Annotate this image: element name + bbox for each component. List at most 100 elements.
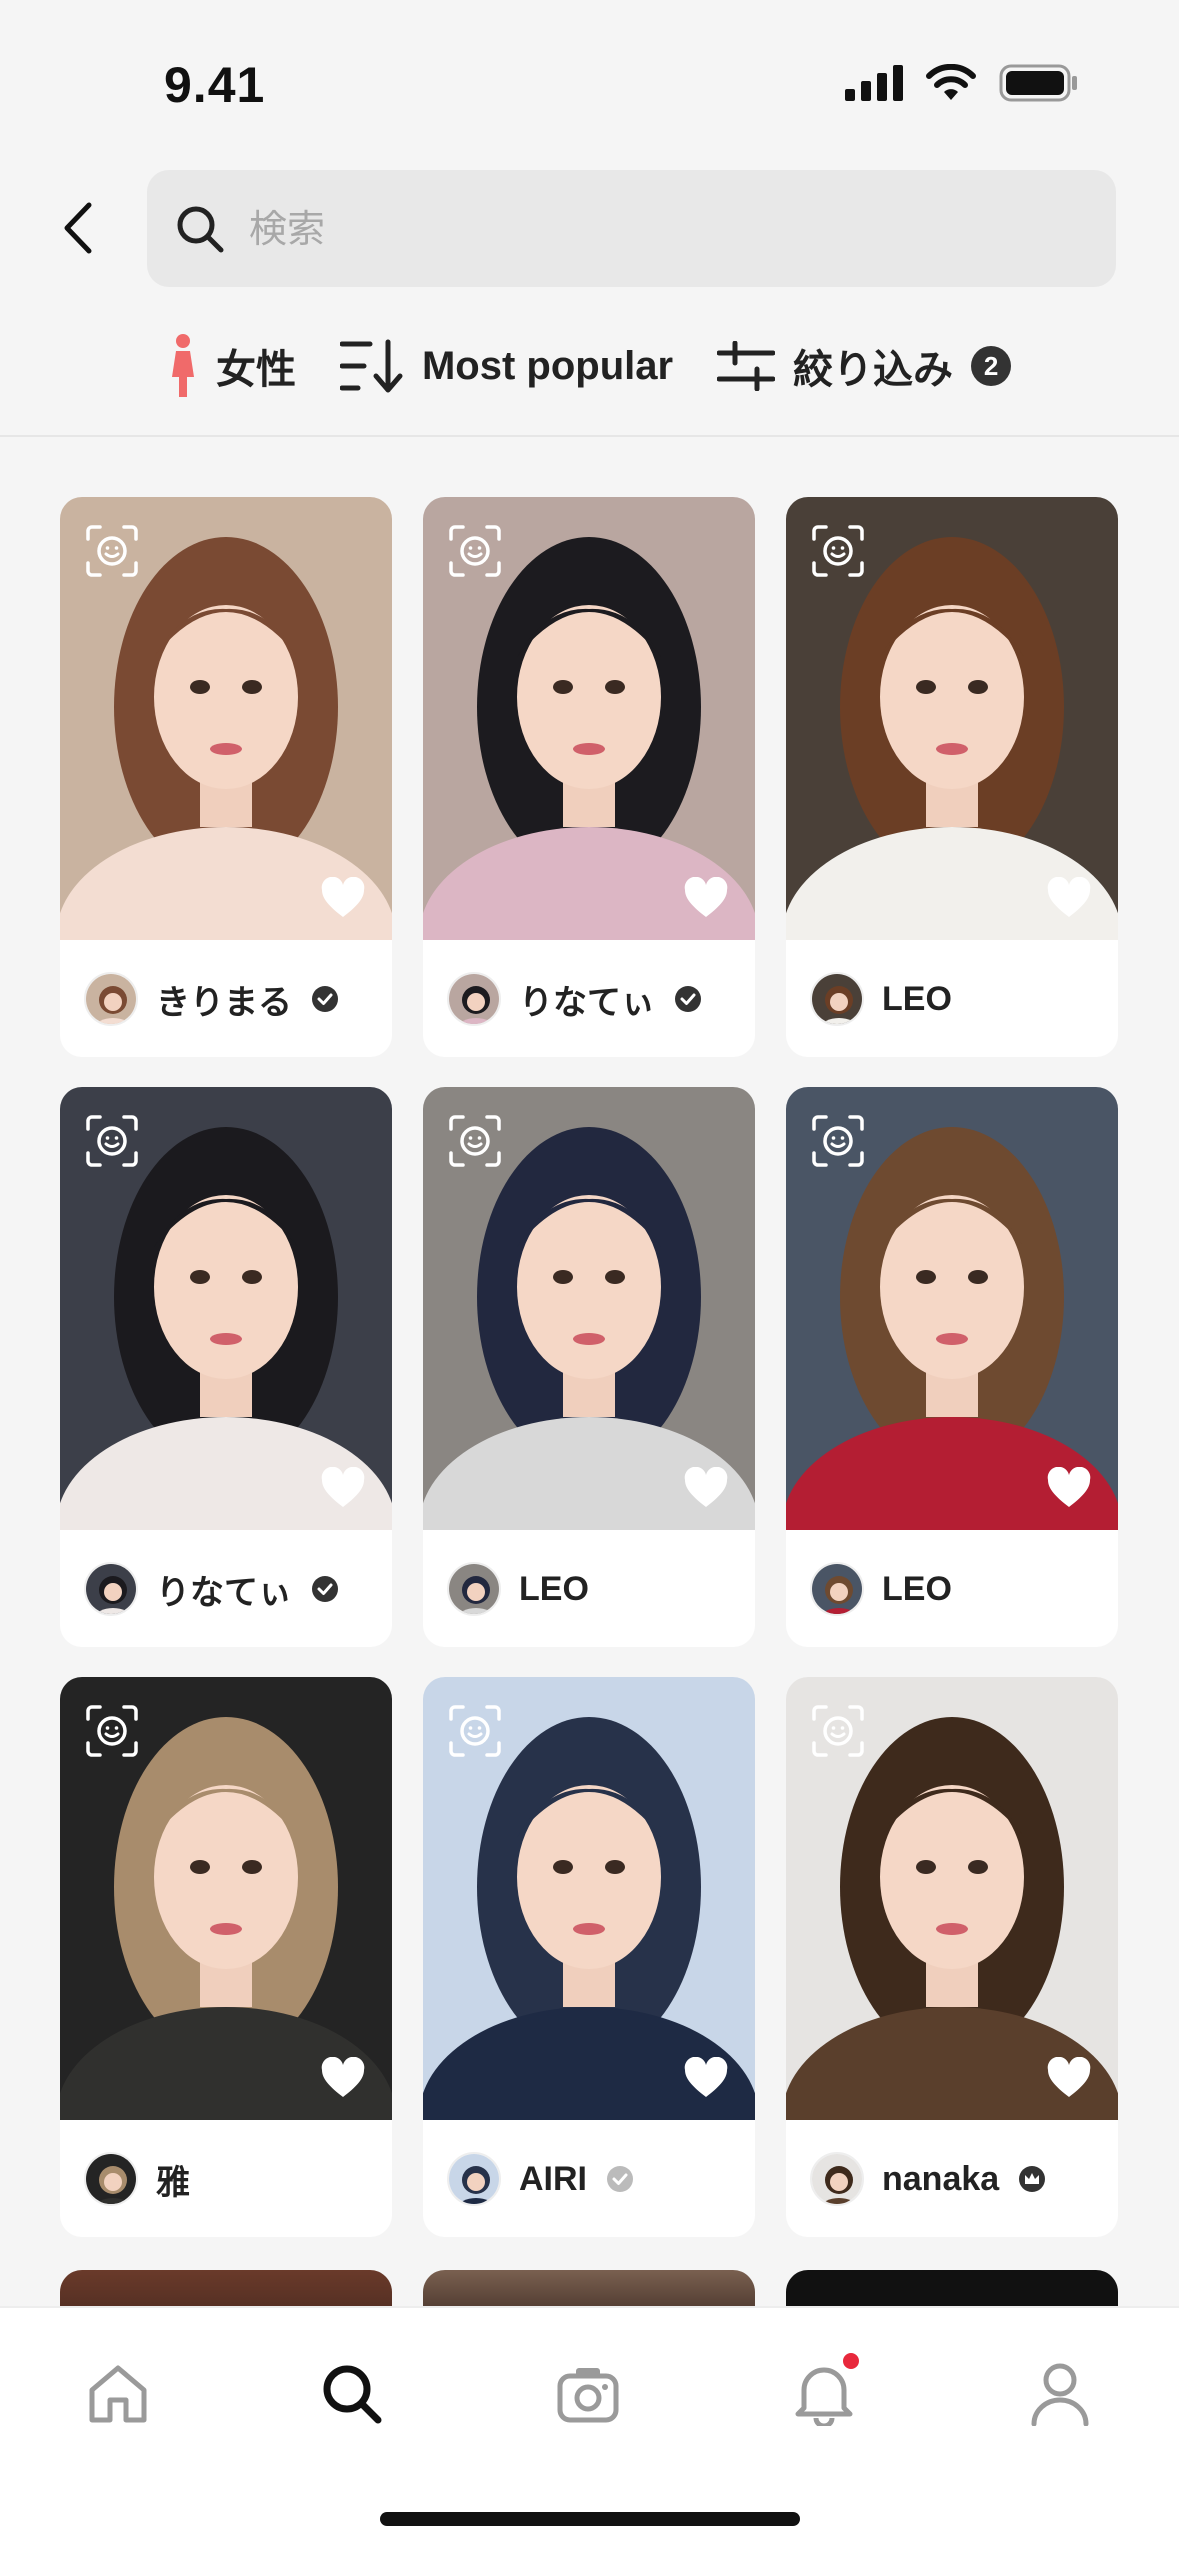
card-user-info[interactable]: AIRI xyxy=(447,2147,635,2211)
user-photo[interactable] xyxy=(423,1677,755,2120)
gender-filter[interactable]: 女性 xyxy=(168,333,296,399)
heart-icon[interactable] xyxy=(683,877,729,919)
tab-home[interactable] xyxy=(78,2354,158,2434)
user-card[interactable]: nanaka xyxy=(786,1677,1118,2237)
user-photo[interactable] xyxy=(786,1087,1118,1530)
card-user-info[interactable]: りなてぃ xyxy=(84,1557,340,1621)
search-input[interactable] xyxy=(249,206,1069,251)
user-card[interactable]: LEO xyxy=(423,1087,755,1647)
user-card[interactable]: りなてぃ xyxy=(60,1087,392,1647)
avatar xyxy=(84,2152,138,2206)
notification-dot xyxy=(840,2350,862,2372)
face-scan-icon[interactable] xyxy=(449,1705,501,1757)
sort-filter-label: Most popular xyxy=(421,343,674,388)
face-scan-icon[interactable] xyxy=(86,525,138,577)
heart-icon[interactable] xyxy=(320,1467,366,1509)
card-user-info[interactable]: 雅 xyxy=(84,2147,190,2211)
user-photo[interactable] xyxy=(60,497,392,940)
sort-icon xyxy=(339,339,403,393)
sort-filter[interactable]: Most popular xyxy=(339,338,674,394)
user-card[interactable]: きりまる xyxy=(60,497,392,1057)
avatar xyxy=(84,1562,138,1616)
avatar xyxy=(810,972,864,1026)
refine-count-badge: 2 xyxy=(971,346,1012,386)
username: りなてぃ xyxy=(519,982,655,1023)
heart-icon[interactable] xyxy=(320,2057,366,2099)
user-photo[interactable] xyxy=(423,497,755,940)
next-row-partial xyxy=(60,2270,1120,2330)
avatar xyxy=(447,972,501,1026)
tab-profile[interactable] xyxy=(1020,2354,1100,2434)
user-card[interactable]: LEO xyxy=(786,497,1118,1057)
user-photo[interactable] xyxy=(786,1677,1118,2120)
user-card[interactable]: AIRI xyxy=(423,1677,755,2237)
camera-icon xyxy=(557,2368,619,2423)
face-scan-icon[interactable] xyxy=(86,1705,138,1757)
heart-icon[interactable] xyxy=(1046,2057,1092,2099)
card-user-info[interactable]: LEO xyxy=(447,1557,589,1621)
status-icons xyxy=(845,64,1079,102)
face-scan-icon[interactable] xyxy=(449,525,501,577)
user-photo[interactable] xyxy=(60,1677,392,2120)
back-button[interactable] xyxy=(50,196,106,260)
face-scan-icon[interactable] xyxy=(812,1705,864,1757)
bell-icon xyxy=(795,2367,853,2426)
heart-icon[interactable] xyxy=(683,1467,729,1509)
user-card[interactable]: りなてぃ xyxy=(423,497,755,1057)
face-scan-icon[interactable] xyxy=(812,525,864,577)
battery-icon xyxy=(999,64,1077,102)
avatar xyxy=(810,1562,864,1616)
tab-search[interactable] xyxy=(312,2354,392,2434)
heart-icon[interactable] xyxy=(1046,1467,1092,1509)
username: LEO xyxy=(882,979,952,1018)
refine-filter-label: 絞り込み xyxy=(793,347,954,393)
face-scan-icon[interactable] xyxy=(86,1115,138,1167)
username: LEO xyxy=(882,1569,952,1608)
face-scan-icon[interactable] xyxy=(449,1115,501,1167)
header-divider xyxy=(0,435,1179,437)
verified-icon xyxy=(675,986,701,1012)
crown-badge-icon xyxy=(1019,2166,1046,2192)
username: nanaka xyxy=(882,2159,1000,2198)
card-user-info[interactable]: きりまる xyxy=(84,967,340,1031)
avatar xyxy=(447,2152,501,2206)
user-card[interactable]: LEO xyxy=(786,1087,1118,1647)
filter-bar: 女性 Most popular 絞り込み 2 xyxy=(0,320,1179,412)
tab-camera[interactable] xyxy=(548,2354,628,2434)
status-time: 9.41 xyxy=(164,57,266,113)
search-icon xyxy=(177,206,224,252)
card-user-info[interactable]: LEO xyxy=(810,1557,952,1621)
female-person-icon xyxy=(171,334,194,397)
search-bar[interactable] xyxy=(147,170,1116,287)
gender-filter-label: 女性 xyxy=(215,347,296,393)
user-photo[interactable] xyxy=(60,1087,392,1530)
heart-icon[interactable] xyxy=(320,877,366,919)
username: りなてぃ xyxy=(156,1572,292,1613)
face-scan-icon[interactable] xyxy=(812,1115,864,1167)
username: きりまる xyxy=(156,982,292,1023)
card-user-info[interactable]: りなてぃ xyxy=(447,967,703,1031)
username: LEO xyxy=(519,1569,589,1608)
sliders-icon xyxy=(717,341,776,391)
verified-icon xyxy=(607,2166,633,2192)
user-card[interactable]: 雅 xyxy=(60,1677,392,2237)
result-grid: きりまる りなてぃ LEO りなてぃ LEO LEO 雅 AIRI nanaka xyxy=(60,497,1120,2237)
signal-icon xyxy=(845,65,903,101)
username: 雅 xyxy=(156,2162,190,2203)
avatar xyxy=(810,2152,864,2206)
user-photo[interactable] xyxy=(423,1087,755,1530)
verified-icon xyxy=(312,986,338,1012)
search-icon xyxy=(323,2365,382,2424)
verified-icon xyxy=(312,1576,338,1602)
avatar xyxy=(84,972,138,1026)
user-photo[interactable] xyxy=(786,497,1118,940)
refine-filter[interactable]: 絞り込み 2 xyxy=(717,337,1012,395)
card-user-info[interactable]: LEO xyxy=(810,967,952,1031)
wifi-icon xyxy=(926,64,976,100)
chevron-left-icon xyxy=(64,202,92,254)
profile-icon xyxy=(1031,2363,1089,2426)
tab-notifications[interactable] xyxy=(784,2350,864,2434)
heart-icon[interactable] xyxy=(1046,877,1092,919)
heart-icon[interactable] xyxy=(683,2057,729,2099)
card-user-info[interactable]: nanaka xyxy=(810,2147,1047,2211)
